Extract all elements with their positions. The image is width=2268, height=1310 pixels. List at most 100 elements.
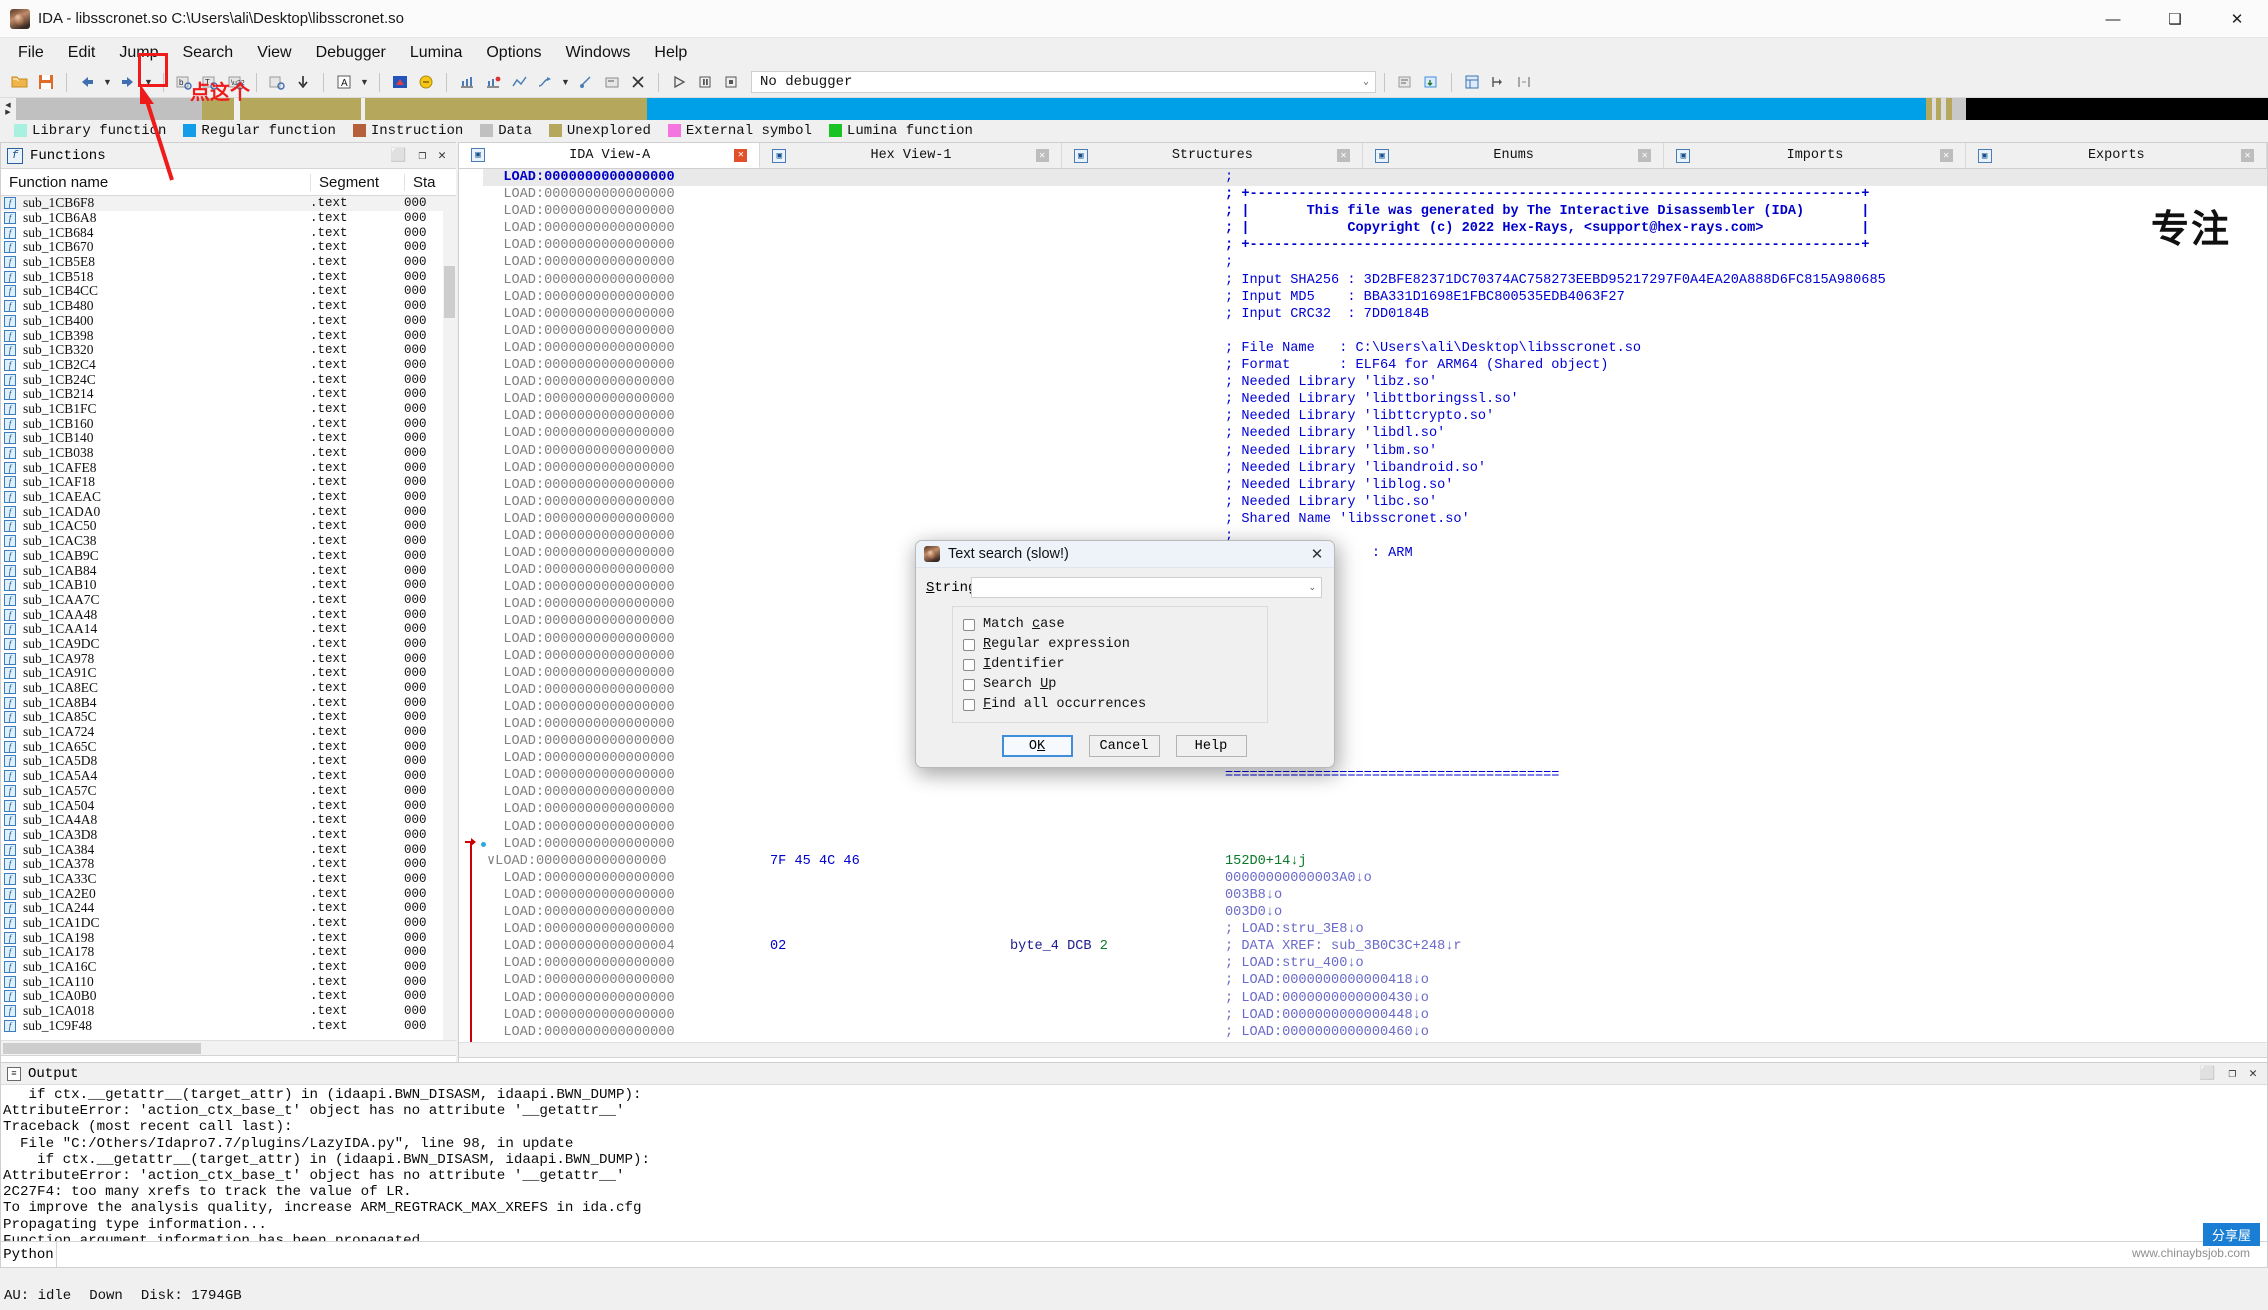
- disassembly-line[interactable]: LOAD:0000000000000000;: [483, 528, 2267, 545]
- navband-segment[interactable]: [240, 98, 362, 120]
- function-list-row[interactable]: f sub_1CA378 .text 000: [1, 856, 456, 872]
- jump-down-icon[interactable]: [291, 70, 315, 94]
- dialog-checkbox-row[interactable]: Regular expression: [963, 635, 1267, 654]
- disassembly-line[interactable]: LOAD:0000000000000000: [483, 682, 2267, 699]
- function-list-row[interactable]: f sub_1CAA48 .text 000: [1, 607, 456, 622]
- disassembly-line[interactable]: LOAD:0000000000000000;: [483, 254, 2267, 271]
- function-list-row[interactable]: f sub_1CAFE8 .text 000: [1, 460, 456, 475]
- function-list-row[interactable]: f sub_1CA8B4 .text 000: [1, 695, 456, 710]
- disassembly-line[interactable]: LOAD:0000000000000000 003D0↓o: [483, 904, 2267, 921]
- function-list-row[interactable]: f sub_1CA65C .text 000: [1, 739, 456, 754]
- function-list-row[interactable]: f sub_1CA3D8 .text 000: [1, 827, 456, 843]
- function-list-row[interactable]: f sub_1CA0B0 .text 000: [1, 988, 456, 1004]
- function-list-row[interactable]: f sub_1CB4CC .text 000: [1, 283, 456, 299]
- function-list-row[interactable]: f sub_1CB6A8 .text 000: [1, 210, 456, 226]
- function-list-row[interactable]: f sub_1CAB9C .text 000: [1, 548, 456, 564]
- function-list-row[interactable]: f sub_1CA4A8 .text 000: [1, 812, 456, 828]
- function-list-row[interactable]: f sub_1CAC50 .text 000: [1, 518, 456, 534]
- navigate-forward-icon[interactable]: [116, 70, 140, 94]
- function-list-row[interactable]: f sub_1CB480 .text 000: [1, 298, 456, 314]
- output-log[interactable]: if ctx.__getattr__(target_attr) in (idaa…: [1, 1085, 2267, 1241]
- output-close-icon[interactable]: ✕: [2249, 1066, 2257, 1081]
- function-list-row[interactable]: f sub_1CB518 .text 000: [1, 269, 456, 284]
- disassembly-line[interactable]: LOAD:0000000000000000 ; Input SHA256 : 3D…: [483, 272, 2267, 289]
- column-header-function-name[interactable]: Function name: [1, 174, 310, 191]
- function-list-row[interactable]: f sub_1C9F48 .text 000: [1, 1018, 456, 1034]
- view-tab[interactable]: ▣ Imports ✕: [1664, 143, 1966, 168]
- disassembly-line[interactable]: LOAD:0000000000000000 ; LOAD:000000000000…: [483, 972, 2267, 989]
- navband-segment[interactable]: [1951, 98, 1966, 120]
- disassembly-line[interactable]: LOAD:0000000000000000 ; +----------------…: [483, 186, 2267, 203]
- navband-segment[interactable]: [647, 98, 1926, 120]
- function-list[interactable]: f sub_1CB6F8 .text 000 f sub_1CB6A8 .text 000 f s…: [1, 196, 456, 1040]
- column-header-segment[interactable]: Segment: [310, 173, 404, 191]
- dialog-close-icon[interactable]: ✕: [1300, 541, 1334, 568]
- function-list-hscrollbar[interactable]: [1, 1040, 456, 1055]
- disassembly-line[interactable]: LOAD:0000000000000000 ; LOAD:000000000000…: [483, 990, 2267, 1007]
- search-string-input[interactable]: ⌄: [971, 577, 1322, 598]
- menu-edit[interactable]: Edit: [56, 41, 108, 65]
- navband-scroll-left[interactable]: ◀ ▶: [0, 98, 16, 119]
- disassembly-line[interactable]: LOAD:0000000000000000 ; Needed Library 'l…: [483, 460, 2267, 477]
- menu-help[interactable]: Help: [642, 41, 699, 65]
- disassembly-line[interactable]: ∨LOAD:0000000000000000 7F 45 4C 46 152D0+1…: [483, 853, 2267, 870]
- terminate-icon[interactable]: [626, 70, 650, 94]
- graph-view-icon[interactable]: [388, 70, 412, 94]
- output-restore-icon[interactable]: ⬜: [2199, 1066, 2215, 1081]
- view-tab[interactable]: ▣ Exports ✕: [1966, 143, 2267, 168]
- trace-icon[interactable]: [507, 70, 531, 94]
- navigation-band[interactable]: [16, 98, 2268, 120]
- disassembly-line[interactable]: LOAD:0000000000000000: [483, 750, 2267, 767]
- scripting-language-selector[interactable]: Python: [1, 1242, 57, 1267]
- disassembly-line[interactable]: LOAD:0000000000000000: [483, 665, 2267, 682]
- unexplored-icon[interactable]: [1512, 70, 1536, 94]
- stop-icon[interactable]: [719, 70, 743, 94]
- breakpoint-list-icon[interactable]: [455, 70, 479, 94]
- disassembly-line[interactable]: LOAD:0000000000000000: [483, 836, 2267, 853]
- disassembly-line[interactable]: LOAD:0000000000000000 ; Input CRC32 : 7DD…: [483, 306, 2267, 323]
- navband-segment[interactable]: [365, 98, 648, 120]
- function-list-row[interactable]: f sub_1CB214 .text 000: [1, 386, 456, 402]
- cancel-button[interactable]: Cancel: [1088, 735, 1160, 757]
- disassembly-line[interactable]: LOAD:0000000000000000 ; LOAD:000000000000…: [483, 1024, 2267, 1041]
- function-list-row[interactable]: f sub_1CA110 .text 000: [1, 974, 456, 989]
- detach-icon[interactable]: [574, 70, 598, 94]
- checkbox-icon[interactable]: [963, 698, 975, 711]
- function-list-row[interactable]: f sub_1CB1FC .text 000: [1, 401, 456, 417]
- function-list-row[interactable]: f sub_1CA1DC .text 000: [1, 915, 456, 931]
- tab-close-icon[interactable]: ✕: [1336, 149, 1350, 162]
- function-list-row[interactable]: f sub_1CA91C .text 000: [1, 665, 456, 681]
- dialog-checkbox-row[interactable]: Search Up: [963, 675, 1267, 694]
- xrefs-icon[interactable]: [1486, 70, 1510, 94]
- minimize-button[interactable]: —: [2082, 0, 2144, 38]
- disassembly-line[interactable]: LOAD:0000000000000000 ; LOAD:000000000000…: [483, 1007, 2267, 1024]
- disassembly-line[interactable]: LOAD:0000000000000000: [483, 801, 2267, 818]
- disassembly-line[interactable]: LOAD:0000000000000000 ; Needed Library 'l…: [483, 408, 2267, 425]
- open-file-icon[interactable]: [8, 70, 32, 94]
- function-list-row[interactable]: f sub_1CB670 .text 000: [1, 239, 456, 255]
- disassembly-line[interactable]: LOAD:0000000000000000 ; Needed Library 'l…: [483, 494, 2267, 511]
- function-list-row[interactable]: f sub_1CB038 .text 000: [1, 445, 456, 461]
- disassembly-line[interactable]: LOAD:0000000000000000 ; Needed Library 'l…: [483, 443, 2267, 460]
- view-tab[interactable]: ▣ Structures ✕: [1062, 143, 1363, 168]
- tab-close-icon[interactable]: ✕: [734, 148, 748, 162]
- script-command-input[interactable]: [57, 1242, 2267, 1267]
- disassembly-line[interactable]: LOAD:0000000000000000: [483, 596, 2267, 613]
- tab-close-icon[interactable]: ✕: [1939, 149, 1953, 162]
- tab-close-icon[interactable]: ✕: [2240, 149, 2254, 162]
- disassembly-lines[interactable]: LOAD:0000000000000000; LOAD:000000000000…: [483, 169, 2267, 1042]
- back-dropdown-icon[interactable]: ▼: [101, 77, 114, 87]
- disassembly-line[interactable]: LOAD:0000000000000000 ===================…: [483, 767, 2267, 784]
- function-list-row[interactable]: f sub_1CB5E8 .text 000: [1, 254, 456, 270]
- checkbox-icon[interactable]: [963, 678, 975, 691]
- function-list-row[interactable]: f sub_1CA16C .text 000: [1, 959, 456, 975]
- step-icon[interactable]: [533, 70, 557, 94]
- function-list-row[interactable]: f sub_1CA85C .text 000: [1, 709, 456, 725]
- function-list-row[interactable]: f sub_1CAB84 .text 000: [1, 563, 456, 578]
- checkbox-icon[interactable]: [963, 658, 975, 671]
- disassembly-hscrollbar[interactable]: [459, 1042, 2267, 1057]
- watch-icon[interactable]: [600, 70, 624, 94]
- function-list-row[interactable]: f sub_1CA018 .text 000: [1, 1003, 456, 1019]
- function-list-row[interactable]: f sub_1CA724 .text 000: [1, 724, 456, 740]
- disassembly-line[interactable]: LOAD:0000000000000000 ; LOAD:000000000000…: [483, 1041, 2267, 1043]
